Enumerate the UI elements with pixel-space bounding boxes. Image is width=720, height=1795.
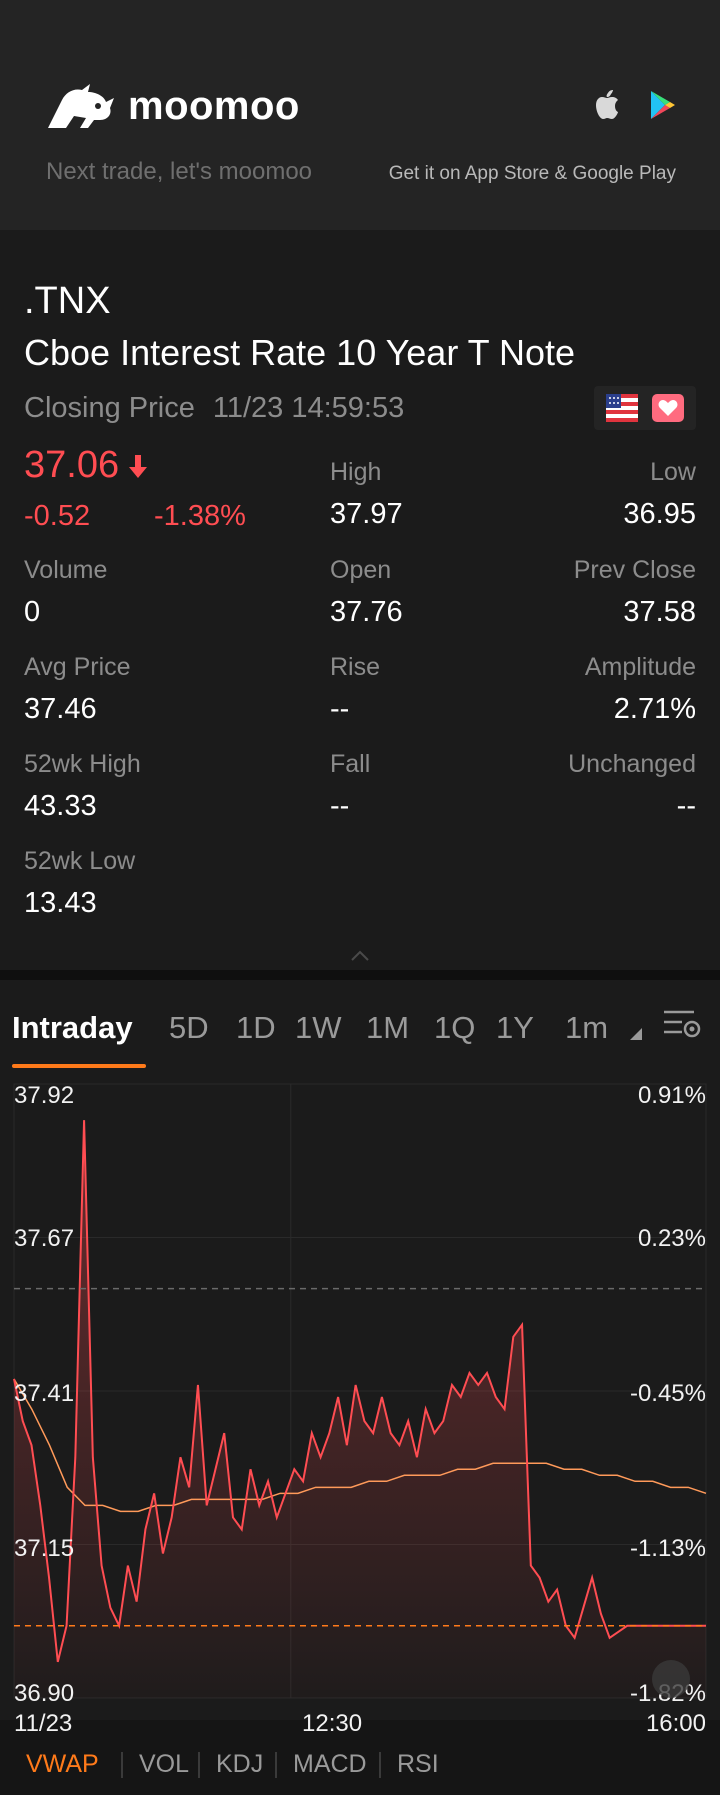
favorite-button[interactable] xyxy=(652,394,684,422)
app-download-banner: moomoo Next trade, let's moomoo Get it o… xyxy=(0,0,720,230)
tab-intraday[interactable]: Intraday xyxy=(12,1010,133,1046)
open-value: 37.76 xyxy=(330,596,403,628)
status-label: Closing Price xyxy=(24,392,195,424)
open-label: Open xyxy=(330,556,392,584)
tab-1m[interactable]: 1M xyxy=(366,1010,409,1046)
tagline: Next trade, let's moomoo xyxy=(46,158,313,185)
y-axis-label: 37.15 xyxy=(14,1535,75,1562)
indicator-divider xyxy=(379,1752,381,1778)
quote-panel: .TNX Cboe Interest Rate 10 Year T Note C… xyxy=(0,230,720,970)
indicator-rsi[interactable]: RSI xyxy=(397,1750,439,1779)
y-axis-pct-label: 0.91% xyxy=(637,1082,706,1109)
low-label: Low xyxy=(650,458,696,486)
price-change: -0.52 xyxy=(24,500,91,532)
interval-select[interactable]: 1m xyxy=(565,1010,608,1046)
wk52-high-value: 43.33 xyxy=(24,790,97,822)
indicator-kdj[interactable]: KDJ xyxy=(216,1750,263,1779)
unchanged-value: -- xyxy=(676,790,696,822)
last-price: 37.06 xyxy=(24,444,149,487)
google-play-icon[interactable] xyxy=(650,90,676,120)
moomoo-logo[interactable]: moomoo xyxy=(44,80,300,132)
tab-1w[interactable]: 1W xyxy=(295,1010,342,1046)
badges xyxy=(594,386,696,430)
apple-icon[interactable] xyxy=(594,90,620,120)
status-timestamp: 11/23 14:59:53 xyxy=(212,392,405,424)
fall-value: -- xyxy=(330,790,350,822)
amplitude-value: 2.71% xyxy=(613,693,696,725)
indicator-vol[interactable]: VOL xyxy=(139,1750,189,1779)
avg-price-value: 37.46 xyxy=(24,693,97,725)
volume-label: Volume xyxy=(24,556,108,584)
indicator-divider xyxy=(275,1752,277,1778)
avg-price-label: Avg Price xyxy=(24,653,131,681)
active-tab-indicator xyxy=(12,1064,146,1068)
expand-chart-button[interactable] xyxy=(652,1660,690,1698)
low-value: 36.95 xyxy=(623,498,696,530)
x-axis-label: 11/23 xyxy=(14,1710,73,1737)
y-axis-label: 37.67 xyxy=(14,1225,75,1252)
tab-5d[interactable]: 5D xyxy=(169,1010,209,1046)
us-flag-icon xyxy=(606,394,638,422)
indicator-divider xyxy=(198,1752,200,1778)
y-axis-label: 37.41 xyxy=(14,1380,75,1407)
y-axis-pct-label: -0.45% xyxy=(629,1380,706,1407)
chevron-up-icon[interactable] xyxy=(350,950,370,962)
store-text[interactable]: Get it on App Store & Google Play xyxy=(389,163,676,185)
price-change-pct: -1.38% xyxy=(154,500,246,532)
price-chart-svg[interactable] xyxy=(0,1070,720,1720)
x-axis-label: 12:30 xyxy=(302,1710,363,1737)
store-icons xyxy=(594,90,676,120)
y-axis-pct-label: 0.23% xyxy=(637,1225,706,1252)
tab-1y[interactable]: 1Y xyxy=(496,1010,534,1046)
indicator-divider xyxy=(121,1752,123,1778)
brand-name: moomoo xyxy=(128,83,300,128)
ticker-symbol: .TNX xyxy=(24,280,111,322)
arrow-down-icon xyxy=(129,454,148,478)
price-status: Closing Price 11/23 14:59:53 xyxy=(24,392,404,425)
fall-label: Fall xyxy=(330,750,371,778)
price-value: 37.06 xyxy=(24,444,120,486)
tab-1q[interactable]: 1Q xyxy=(434,1010,475,1046)
chart-period-tabs: Intraday 5D 1D 1W 1M 1Q 1Y 1m xyxy=(0,980,720,1070)
heart-icon xyxy=(658,400,678,416)
high-value: 37.97 xyxy=(330,498,403,530)
prev-close-label: Prev Close xyxy=(573,556,696,584)
indicator-macd[interactable]: MACD xyxy=(293,1750,367,1779)
bull-logo-icon xyxy=(48,84,114,128)
indicator-vwap[interactable]: VWAP xyxy=(26,1750,99,1779)
chart-settings-icon[interactable] xyxy=(662,1006,702,1042)
section-divider xyxy=(0,970,720,980)
rise-label: Rise xyxy=(330,653,381,681)
y-axis-label: 36.90 xyxy=(14,1680,75,1707)
tab-1d[interactable]: 1D xyxy=(236,1010,276,1046)
unchanged-label: Unchanged xyxy=(568,750,696,778)
y-axis-pct-label: -1.13% xyxy=(629,1535,706,1562)
volume-value: 0 xyxy=(24,596,41,628)
wk52-low-label: 52wk Low xyxy=(24,847,136,875)
rise-value: -- xyxy=(330,693,350,725)
wk52-low-value: 13.43 xyxy=(24,887,97,919)
intraday-chart[interactable]: 37.92 37.67 37.41 37.15 36.90 0.91% 0.23… xyxy=(0,1070,720,1737)
wk52-high-label: 52wk High xyxy=(24,750,141,778)
prev-close-value: 37.58 xyxy=(623,596,696,628)
high-label: High xyxy=(330,458,382,486)
y-axis-label: 37.92 xyxy=(14,1082,75,1109)
dropdown-triangle-icon[interactable] xyxy=(630,1028,642,1040)
x-axis-label: 16:00 xyxy=(645,1710,706,1737)
amplitude-label: Amplitude xyxy=(584,653,696,681)
instrument-name: Cboe Interest Rate 10 Year T Note xyxy=(24,332,576,373)
price-area xyxy=(14,1120,706,1698)
